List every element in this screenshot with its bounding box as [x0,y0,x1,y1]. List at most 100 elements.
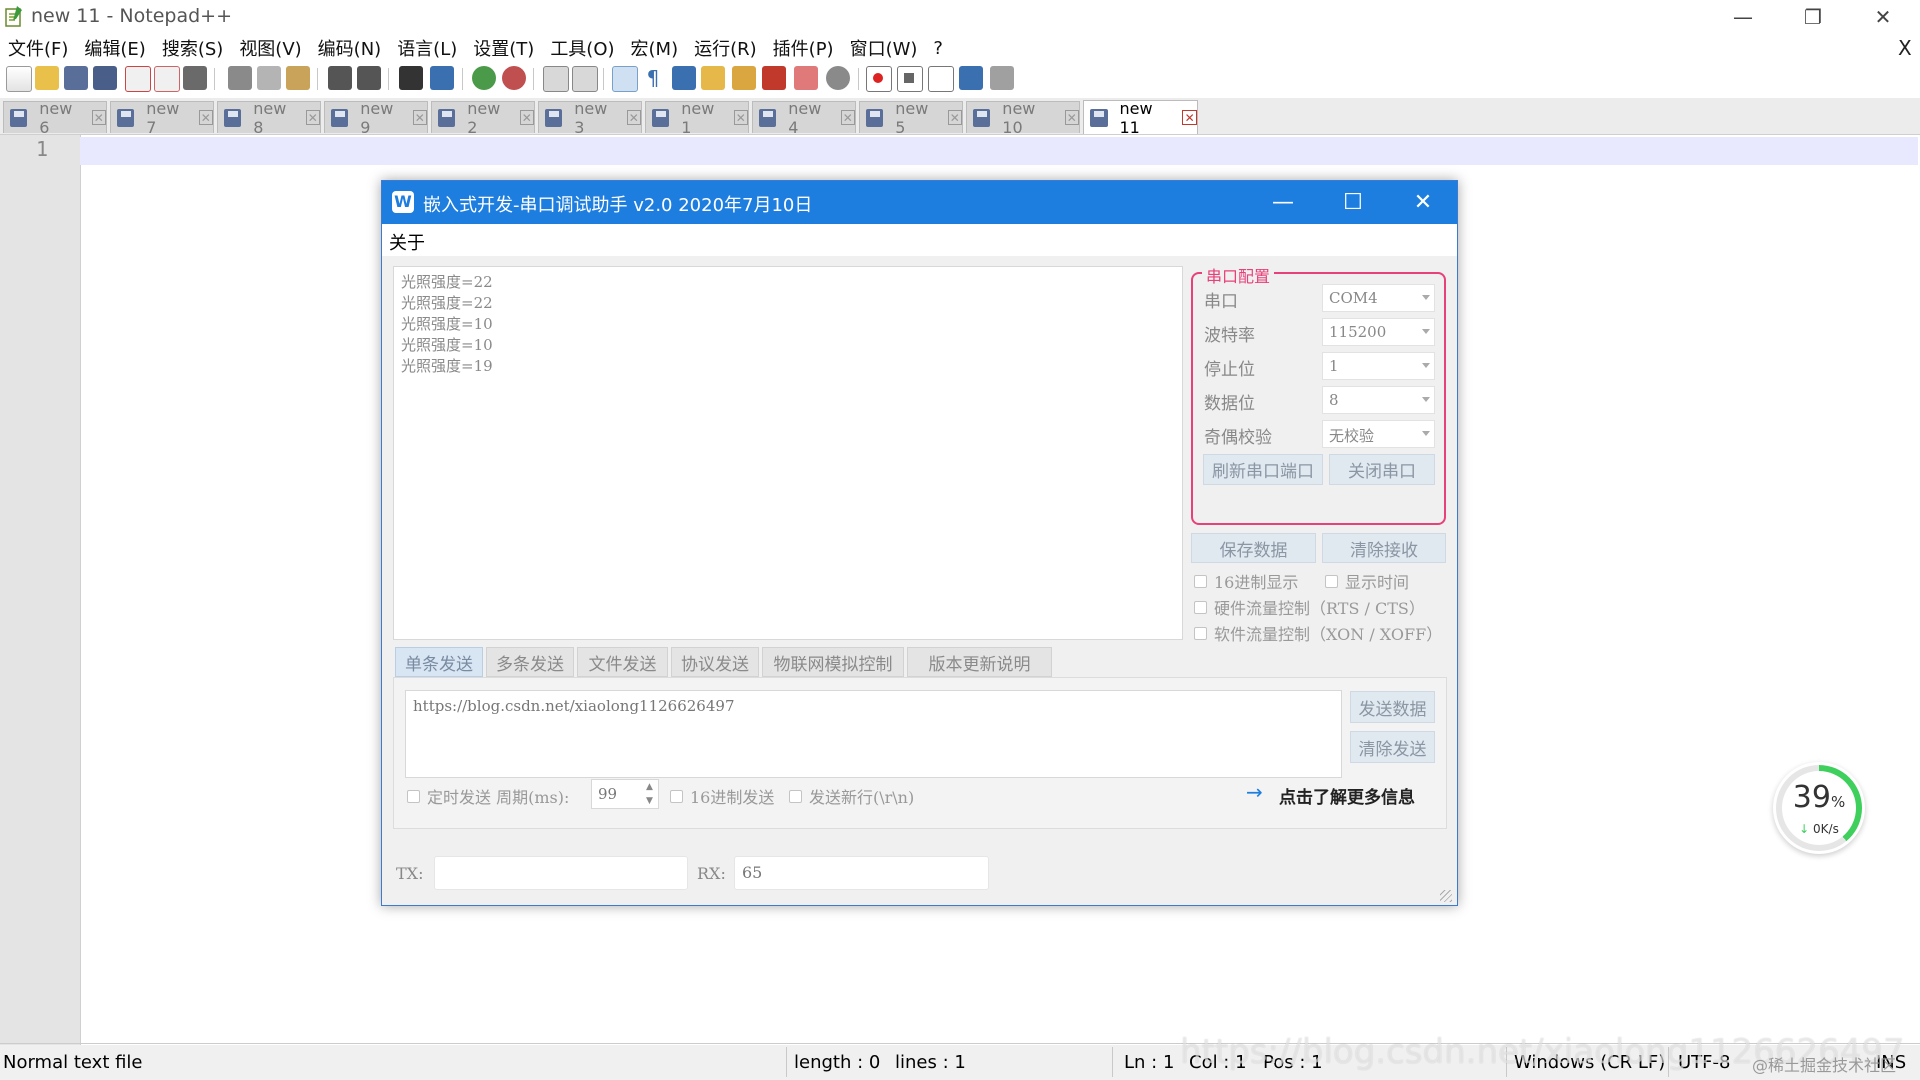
tab-version-notes[interactable]: 版本更新说明 [907,647,1052,677]
tab-new-10[interactable]: new 10 ✕ [966,99,1080,137]
tab-new-1[interactable]: new 1 ✕ [645,99,749,137]
menu-encoding[interactable]: 编码(N) [310,35,390,61]
zoom-out-icon[interactable] [502,66,526,90]
menu-edit[interactable]: 编辑(E) [76,35,153,61]
send-text-input[interactable]: https://blog.csdn.net/xiaolong1126626497 [405,690,1342,778]
timed-send-checkbox[interactable]: 定时发送 周期(ms): [407,784,569,808]
copy-icon[interactable] [257,66,281,90]
menu-about[interactable]: 关于 [389,229,425,255]
show-all-characters-icon[interactable]: ¶ [641,66,665,90]
tab-new-5[interactable]: new 5 ✕ [859,99,963,137]
function-list-icon[interactable] [762,66,786,90]
hardware-flow-control-checkbox[interactable]: 硬件流量控制（RTS / CTS） [1194,595,1425,619]
menu-plugins[interactable]: 插件(P) [765,35,842,61]
tab-new-2[interactable]: new 2 ✕ [431,99,535,137]
menu-file[interactable]: 文件(F) [0,35,76,61]
refresh-ports-button[interactable]: 刷新串口端口 [1203,454,1323,485]
tab-close-icon[interactable]: ✕ [947,110,962,125]
data-bits-select[interactable]: 8 [1322,386,1435,414]
menu-search[interactable]: 搜索(S) [154,35,231,61]
parity-select[interactable]: 无校验 [1322,420,1435,448]
clear-receive-button[interactable]: 清除接收 [1322,533,1446,563]
minimize-button[interactable]: — [1710,0,1776,34]
tab-new-8[interactable]: new 8 ✕ [217,99,321,137]
tab-close-icon[interactable]: ✕ [412,110,427,125]
tab-close-icon[interactable]: ✕ [519,110,534,125]
save-macro-icon[interactable] [990,66,1014,90]
menu-tools[interactable]: 工具(O) [542,35,622,61]
save-data-button[interactable]: 保存数据 [1191,533,1316,563]
resize-grip-icon[interactable] [1440,890,1452,902]
tab-file-send[interactable]: 文件发送 [577,647,668,677]
software-flow-control-checkbox[interactable]: 软件流量控制（XON / XOFF） [1194,621,1442,645]
record-macro-icon[interactable] [866,66,892,92]
dialog-maximize-button[interactable]: ☐ [1318,181,1388,224]
dialog-close-button[interactable]: ✕ [1388,181,1458,224]
print-icon[interactable] [183,66,207,90]
dialog-minimize-button[interactable]: — [1248,181,1318,224]
tab-close-icon[interactable]: ✕ [626,110,641,125]
find-icon[interactable] [399,66,423,90]
tab-iot-control[interactable]: 物联网模拟控制 [762,647,904,677]
cut-icon[interactable] [228,66,252,90]
hex-send-checkbox[interactable]: 16进制发送 [670,784,774,808]
open-file-icon[interactable] [35,66,59,90]
folder-as-workspace-icon[interactable] [794,66,818,90]
menu-language[interactable]: 语言(L) [389,35,465,61]
tab-multi-send[interactable]: 多条发送 [486,647,574,677]
user-defined-language-icon[interactable] [701,66,725,90]
stop-bits-select[interactable]: 1 [1322,352,1435,380]
close-button[interactable]: ✕ [1850,0,1916,34]
tab-new-6[interactable]: new 6 ✕ [3,99,107,137]
paste-icon[interactable] [286,66,310,90]
more-info-link[interactable]: 点击了解更多信息 [1279,783,1415,808]
play-macro-icon[interactable] [928,66,954,92]
undo-icon[interactable] [328,66,352,90]
send-data-button[interactable]: 发送数据 [1350,691,1435,723]
monitoring-icon[interactable] [826,66,850,90]
tab-new-4[interactable]: new 4 ✕ [752,99,856,137]
tab-new-7[interactable]: new 7 ✕ [110,99,214,137]
clear-send-button[interactable]: 清除发送 [1350,731,1435,763]
receive-text-area[interactable]: 光照强度=22 光照强度=22 光照强度=10 光照强度=10 光照强度=19 [393,266,1183,640]
menu-macro[interactable]: 宏(M) [623,35,687,61]
tab-protocol-send[interactable]: 协议发送 [671,647,759,677]
close-file-icon[interactable] [125,66,151,92]
run-macro-multiple-icon[interactable] [959,66,983,90]
tab-close-icon[interactable]: ✕ [840,110,855,125]
show-time-checkbox[interactable]: 显示时间 [1325,569,1409,593]
tab-new-9[interactable]: new 9 ✕ [324,99,428,137]
tab-close-icon[interactable]: ✕ [1064,110,1079,125]
send-newline-checkbox[interactable]: 发送新行(\r\n) [789,784,914,808]
restore-button[interactable]: ❐ [1780,0,1846,34]
close-document-button[interactable]: X [1898,36,1912,60]
word-wrap-icon[interactable] [612,66,638,92]
tab-close-icon[interactable]: ✕ [91,110,106,125]
menu-view[interactable]: 视图(V) [231,35,309,61]
close-port-button[interactable]: 关闭串口 [1329,454,1435,485]
document-map-icon[interactable] [732,66,756,90]
tab-new-11[interactable]: new 11 ✕ [1083,99,1198,137]
close-all-icon[interactable] [154,66,180,92]
spin-up-icon[interactable]: ▲ [646,782,653,792]
spin-down-icon[interactable]: ▼ [646,796,653,806]
menu-settings[interactable]: 设置(T) [465,35,542,61]
baud-rate-select[interactable]: 115200 [1322,318,1435,346]
editor-text-area[interactable] [80,137,1918,165]
redo-icon[interactable] [357,66,381,90]
tab-single-send[interactable]: 单条发送 [395,647,483,677]
menu-help[interactable]: ? [925,38,951,59]
zoom-in-icon[interactable] [472,66,496,90]
port-select[interactable]: COM4 [1322,284,1435,312]
tab-new-3[interactable]: new 3 ✕ [538,99,642,137]
save-icon[interactable] [64,66,88,90]
tab-close-icon[interactable]: ✕ [733,110,748,125]
tab-close-icon[interactable]: ✕ [1182,110,1198,125]
indent-guide-icon[interactable] [672,66,696,90]
stop-macro-icon[interactable] [897,66,923,92]
tab-close-icon[interactable]: ✕ [198,110,213,125]
tab-close-icon[interactable]: ✕ [305,110,320,125]
hex-display-checkbox[interactable]: 16进制显示 [1194,569,1298,593]
menu-window[interactable]: 窗口(W) [842,35,926,61]
menu-run[interactable]: 运行(R) [686,35,765,61]
